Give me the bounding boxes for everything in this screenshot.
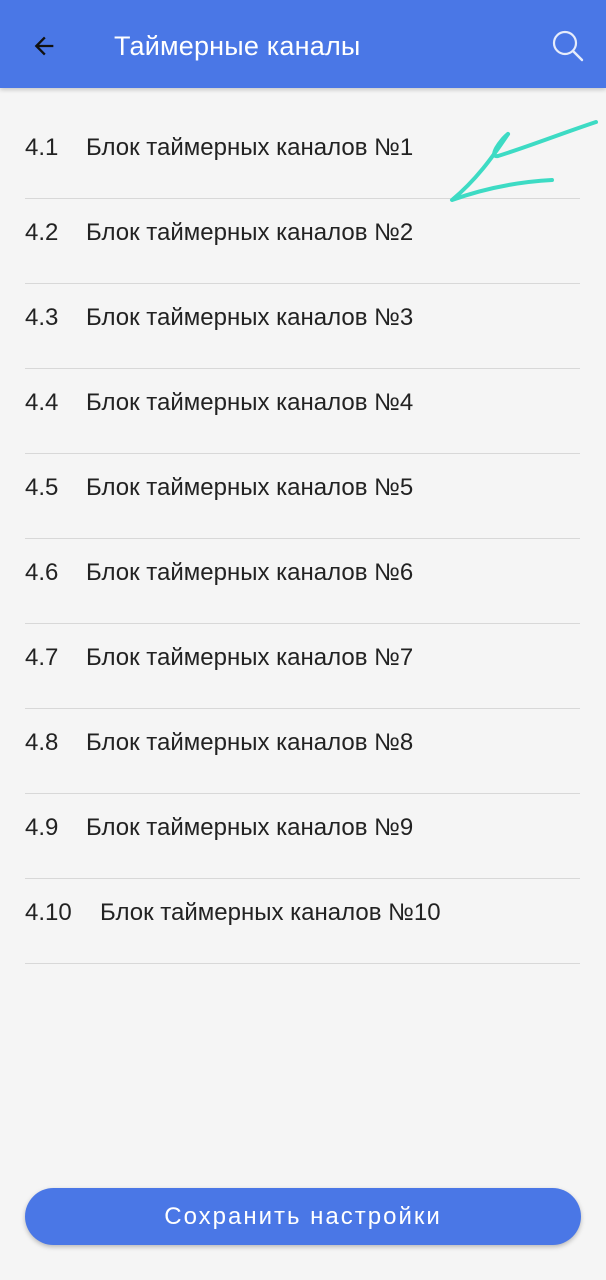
timer-channel-list: 4.1 Блок таймерных каналов №1 4.2 Блок т… [25,114,580,964]
item-label: Блок таймерных каналов №6 [86,559,414,586]
list-item[interactable]: 4.5 Блок таймерных каналов №5 [25,454,580,539]
item-label: Блок таймерных каналов №1 [86,134,414,161]
item-label: Блок таймерных каналов №7 [86,644,414,671]
arrow-left-icon [34,36,54,56]
item-number: 4.6 [25,559,59,586]
item-label: Блок таймерных каналов №2 [86,219,414,246]
item-number: 4.7 [25,644,59,671]
list-item[interactable]: 4.4 Блок таймерных каналов №4 [25,369,580,454]
item-label: Блок таймерных каналов №4 [86,389,414,416]
item-number: 4.2 [25,219,59,246]
item-number: 4.5 [25,474,59,501]
list-item[interactable]: 4.6 Блок таймерных каналов №6 [25,539,580,624]
item-label: Блок таймерных каналов №5 [86,474,414,501]
list-item[interactable]: 4.9 Блок таймерных каналов №9 [25,794,580,879]
save-settings-button[interactable]: Сохранить настройки [25,1188,581,1245]
search-icon [552,30,584,62]
app-bar: Таймерные каналы [0,0,606,88]
search-button[interactable] [546,24,590,68]
item-number: 4.3 [25,304,59,331]
item-number: 4.9 [25,814,59,841]
item-label: Блок таймерных каналов №9 [86,814,414,841]
screen: Таймерные каналы 4.1 Блок таймерных кана… [0,0,606,1280]
list-item[interactable]: 4.7 Блок таймерных каналов №7 [25,624,580,709]
item-number: 4.8 [25,729,59,756]
list-item[interactable]: 4.2 Блок таймерных каналов №2 [25,199,580,284]
item-label: Блок таймерных каналов №10 [100,899,441,926]
list-item[interactable]: 4.10 Блок таймерных каналов №10 [25,879,580,964]
item-label: Блок таймерных каналов №8 [86,729,414,756]
back-button[interactable] [22,24,66,68]
list-item[interactable]: 4.1 Блок таймерных каналов №1 [25,114,580,199]
item-number: 4.4 [25,389,59,416]
list-item[interactable]: 4.8 Блок таймерных каналов №8 [25,709,580,794]
item-label: Блок таймерных каналов №3 [86,304,414,331]
list-item[interactable]: 4.3 Блок таймерных каналов №3 [25,284,580,369]
item-number: 4.10 [25,899,72,926]
item-number: 4.1 [25,134,59,161]
page-title: Таймерные каналы [114,31,361,61]
